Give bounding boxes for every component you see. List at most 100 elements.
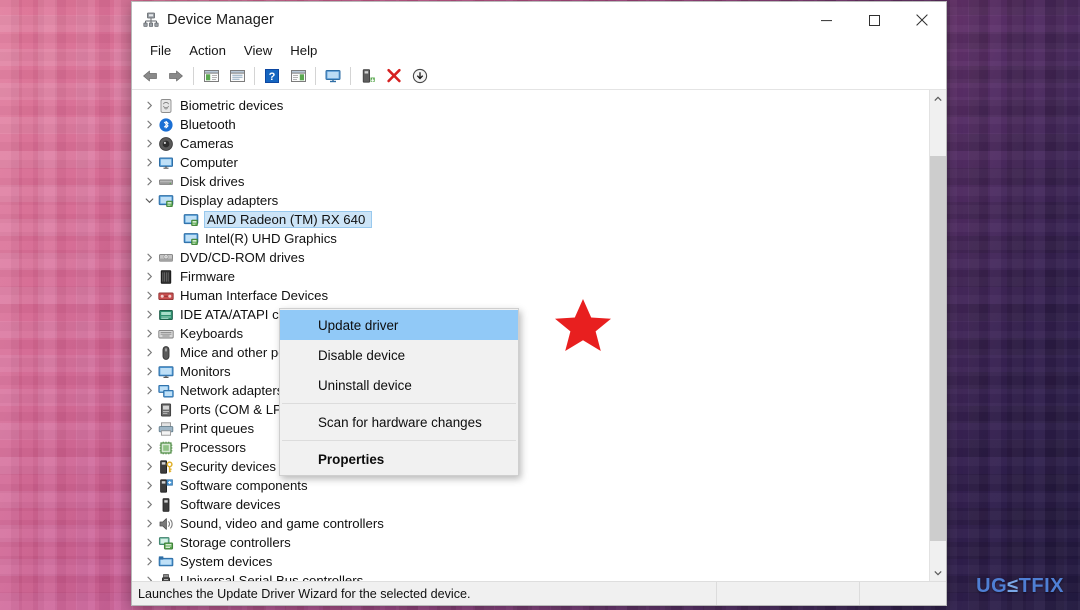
tree-item-label: Software components — [180, 478, 308, 493]
chevron-right-icon[interactable] — [141, 348, 157, 357]
tree-item-label: AMD Radeon (TM) RX 640 — [205, 212, 372, 227]
chevron-right-icon[interactable] — [141, 272, 157, 281]
context-menu-item[interactable]: Properties — [280, 444, 518, 474]
tree-item[interactable]: Software devices — [132, 495, 929, 514]
tree-item[interactable]: Cameras — [132, 134, 929, 153]
tree-item-label: Intel(R) UHD Graphics — [205, 231, 337, 246]
tree-item[interactable]: Firmware — [132, 267, 929, 286]
chevron-right-icon[interactable] — [141, 557, 157, 566]
computer-icon — [157, 155, 175, 171]
show-hide-action-pane-icon[interactable] — [285, 64, 311, 88]
storage-controller-icon — [157, 535, 175, 551]
tree-item[interactable]: Keyboards — [132, 324, 929, 343]
tree-item[interactable]: Monitors — [132, 362, 929, 381]
watermark-suffix: TFIX — [1018, 575, 1064, 597]
chevron-right-icon[interactable] — [141, 576, 157, 581]
tree-item[interactable]: Mice and other pointing devices — [132, 343, 929, 362]
tree-item[interactable]: Disk drives — [132, 172, 929, 191]
show-hide-console-tree-icon[interactable] — [198, 64, 224, 88]
chevron-right-icon[interactable] — [141, 177, 157, 186]
close-button[interactable] — [898, 2, 946, 38]
chevron-right-icon[interactable] — [141, 291, 157, 300]
software-component-icon — [157, 478, 175, 494]
context-menu-item[interactable]: Disable device — [280, 340, 518, 370]
help-icon[interactable]: ? — [259, 64, 285, 88]
menubar-item-help[interactable]: Help — [281, 40, 326, 61]
tree-item-label: Firmware — [180, 269, 235, 284]
tree-item[interactable]: Network adapters — [132, 381, 929, 400]
tree-item[interactable]: IDE ATA/ATAPI controllers — [132, 305, 929, 324]
tree-item-label: Sound, video and game controllers — [180, 516, 384, 531]
tree-item[interactable]: Storage controllers — [132, 533, 929, 552]
tree-item[interactable]: AMD Radeon (TM) RX 640 — [132, 210, 929, 229]
chevron-right-icon[interactable] — [141, 519, 157, 528]
chevron-right-icon[interactable] — [141, 462, 157, 471]
tree-item-label: System devices — [180, 554, 273, 569]
toolbar: ? — [132, 62, 946, 90]
device-tree[interactable]: Biometric devices Bluetooth Cameras Compute… — [132, 90, 929, 581]
chevron-right-icon[interactable] — [141, 120, 157, 129]
chevron-right-icon[interactable] — [141, 443, 157, 452]
tree-item[interactable]: Biometric devices — [132, 96, 929, 115]
tree-item[interactable]: Bluetooth — [132, 115, 929, 134]
scroll-down-arrow-icon[interactable] — [930, 564, 946, 581]
back-icon[interactable] — [137, 64, 163, 88]
tree-item[interactable]: Sound, video and game controllers — [132, 514, 929, 533]
device-context-menu[interactable]: Update driver Disable device Uninstall dev… — [279, 308, 519, 476]
scroll-up-arrow-icon[interactable] — [930, 90, 946, 107]
chevron-right-icon[interactable] — [141, 367, 157, 376]
tree-item-label: Cameras — [180, 136, 234, 151]
tree-item[interactable]: DVD/CD-ROM drives — [132, 248, 929, 267]
tree-item[interactable]: Ports (COM & LPT) — [132, 400, 929, 419]
chevron-right-icon[interactable] — [141, 405, 157, 414]
scan-for-hardware-changes-icon[interactable] — [320, 64, 346, 88]
context-menu-separator — [282, 440, 516, 441]
tree-item[interactable]: Software components — [132, 476, 929, 495]
tree-vertical-scrollbar[interactable] — [929, 90, 946, 581]
context-menu-item[interactable]: Scan for hardware changes — [280, 407, 518, 437]
tree-item-label: Security devices — [180, 459, 277, 474]
tree-item[interactable]: Computer — [132, 153, 929, 172]
menubar-item-action[interactable]: Action — [180, 40, 235, 61]
printer-icon — [157, 421, 175, 437]
chevron-right-icon[interactable] — [141, 500, 157, 509]
toolbar-separator — [350, 66, 351, 85]
chevron-right-icon[interactable] — [141, 139, 157, 148]
chevron-right-icon[interactable] — [141, 101, 157, 110]
minimize-button[interactable] — [802, 2, 850, 38]
chevron-right-icon[interactable] — [141, 329, 157, 338]
keyboard-icon — [157, 326, 175, 342]
properties-icon[interactable] — [224, 64, 250, 88]
chevron-down-icon[interactable] — [141, 196, 157, 205]
tree-item-label: Print queues — [180, 421, 255, 436]
chevron-right-icon[interactable] — [141, 481, 157, 490]
uninstall-device-icon[interactable] — [381, 64, 407, 88]
tree-item[interactable]: Universal Serial Bus controllers — [132, 571, 929, 581]
scrollbar-thumb[interactable] — [930, 156, 946, 541]
context-menu-item[interactable]: Uninstall device — [280, 370, 518, 400]
chevron-right-icon[interactable] — [141, 310, 157, 319]
disable-device-icon[interactable] — [407, 64, 433, 88]
software-device-icon — [157, 497, 175, 513]
tree-item[interactable]: Display adapters — [132, 191, 929, 210]
chevron-right-icon[interactable] — [141, 538, 157, 547]
chevron-right-icon[interactable] — [141, 424, 157, 433]
tree-item[interactable]: System devices — [132, 552, 929, 571]
chevron-right-icon[interactable] — [141, 253, 157, 262]
forward-icon[interactable] — [163, 64, 189, 88]
tree-item[interactable]: Print queues — [132, 419, 929, 438]
tree-item[interactable]: Security devices — [132, 457, 929, 476]
update-driver-icon[interactable] — [355, 64, 381, 88]
tree-item-label: Storage controllers — [180, 535, 291, 550]
firmware-icon — [157, 269, 175, 285]
chevron-right-icon[interactable] — [141, 158, 157, 167]
tree-item[interactable]: Intel(R) UHD Graphics — [132, 229, 929, 248]
chevron-right-icon[interactable] — [141, 386, 157, 395]
tree-item[interactable]: Human Interface Devices — [132, 286, 929, 305]
tree-item[interactable]: Processors — [132, 438, 929, 457]
menubar-item-view[interactable]: View — [235, 40, 281, 61]
maximize-button[interactable] — [850, 2, 898, 38]
context-menu-item[interactable]: Update driver — [280, 310, 518, 340]
tree-item-label: Network adapters — [180, 383, 284, 398]
menubar-item-file[interactable]: File — [141, 40, 180, 61]
